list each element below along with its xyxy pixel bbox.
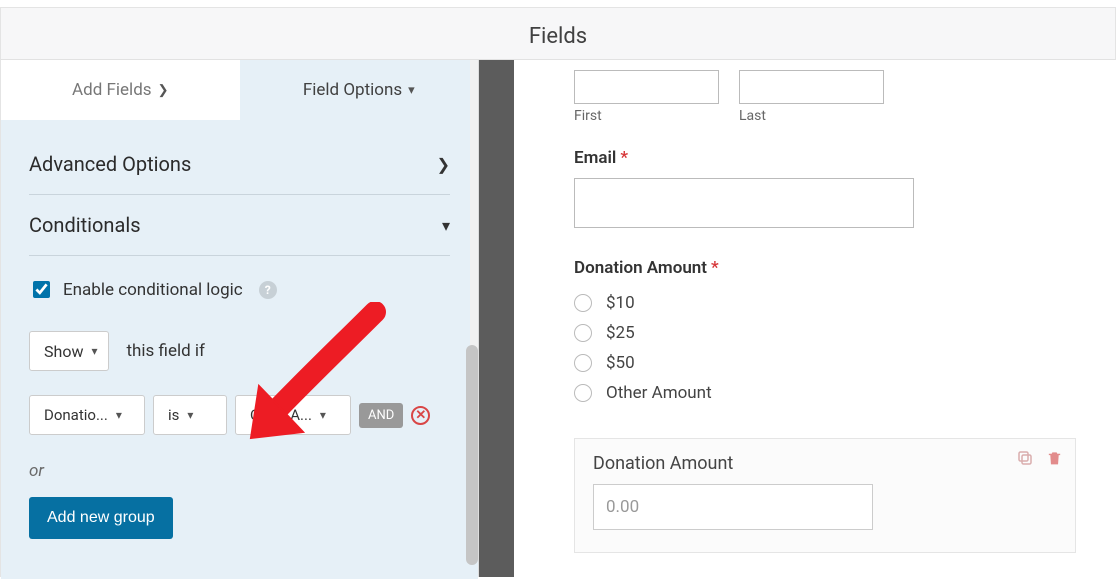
form-preview: First Last Email* Donation Amount* $10 [514, 60, 1116, 577]
required-asterisk: * [620, 148, 628, 168]
chevron-down-icon: ▾ [187, 408, 193, 422]
tab-options-label: Field Options [303, 80, 402, 100]
close-icon: ✕ [415, 409, 426, 422]
main-row: ▲ Add Fields ❯ Field Options ▾ Advanced … [0, 60, 1116, 577]
section-advanced-label: Advanced Options [29, 152, 191, 176]
tab-field-options[interactable]: Field Options ▾ [240, 60, 479, 120]
donation-option-3[interactable]: Other Amount [574, 378, 1076, 408]
gutter-dark [479, 60, 514, 577]
delete-rule-button[interactable]: ✕ [411, 406, 430, 425]
donation-option-2[interactable]: $50 [574, 348, 1076, 378]
and-button[interactable]: AND [359, 403, 403, 428]
email-label: Email* [574, 148, 1076, 168]
trash-icon[interactable] [1046, 449, 1063, 472]
preview-gutter [478, 60, 514, 577]
required-asterisk: * [711, 258, 719, 278]
email-label-text: Email [574, 148, 616, 168]
chevron-down-icon: ▾ [442, 216, 450, 235]
show-action-row: Show ▾ this field if [29, 309, 450, 371]
donation-label-text: Donation Amount [574, 258, 707, 278]
donation-label: Donation Amount* [574, 258, 1076, 278]
donation-amount-card[interactable]: Donation Amount 0.00 [574, 438, 1076, 553]
options-panel: Advanced Options ❯ Conditionals ▾ Enable… [1, 120, 478, 579]
amount-card-label: Donation Amount [593, 453, 1057, 474]
radio-icon [574, 324, 592, 342]
section-advanced-options[interactable]: Advanced Options ❯ [29, 134, 450, 195]
enable-conditional-label: Enable conditional logic [63, 280, 243, 300]
option-label: $50 [606, 353, 635, 373]
sidebar: ▲ Add Fields ❯ Field Options ▾ Advanced … [0, 60, 478, 577]
option-label: $25 [606, 323, 635, 343]
email-field: Email* [574, 148, 1076, 228]
field-tools [1016, 449, 1063, 472]
chevron-down-icon: ▾ [116, 408, 122, 422]
chevron-right-icon: ❯ [437, 155, 450, 174]
name-field: First Last [574, 70, 1076, 124]
sidebar-tabs: Add Fields ❯ Field Options ▾ [1, 60, 478, 120]
tab-add-fields[interactable]: Add Fields ❯ [1, 60, 240, 120]
first-name-input[interactable] [574, 70, 719, 104]
section-conditionals[interactable]: Conditionals ▾ [29, 195, 450, 256]
panel-scrollbar[interactable] [466, 345, 478, 565]
chevron-down-icon: ▾ [320, 408, 326, 422]
tab-add-label: Add Fields [72, 80, 152, 100]
amount-placeholder: 0.00 [606, 497, 639, 517]
rule-operator-select[interactable]: is ▾ [153, 395, 227, 435]
this-field-if-text: this field if [127, 341, 205, 361]
last-name-col: Last [739, 70, 884, 124]
top-border [0, 0, 1116, 8]
duplicate-icon[interactable] [1016, 449, 1034, 472]
page-header: Fields [0, 26, 1116, 60]
donation-amount-field: Donation Amount* $10 $25 $50 Other Amoun… [574, 258, 1076, 408]
donation-option-0[interactable]: $10 [574, 288, 1076, 318]
first-name-label: First [574, 108, 719, 124]
email-input[interactable] [574, 178, 914, 228]
rule-value-select[interactable]: Other A... ▾ [235, 395, 351, 435]
chevron-down-icon: ▾ [91, 344, 97, 358]
last-name-input[interactable] [739, 70, 884, 104]
option-label: $10 [606, 293, 635, 313]
last-name-label: Last [739, 108, 884, 124]
spacer [904, 70, 1076, 124]
rule-field-select[interactable]: Donatio... ▾ [29, 395, 145, 435]
section-conditionals-label: Conditionals [29, 213, 141, 237]
chevron-down-icon: ▾ [408, 83, 415, 98]
option-label: Other Amount [606, 383, 712, 403]
condition-rule-row: Donatio... ▾ is ▾ Other A... ▾ AND ✕ [29, 371, 450, 435]
amount-input[interactable]: 0.00 [593, 484, 873, 530]
enable-conditional-row: Enable conditional logic ? [29, 256, 450, 309]
add-new-group-button[interactable]: Add new group [29, 497, 173, 539]
show-hide-select[interactable]: Show ▾ [29, 331, 109, 371]
or-separator: or [29, 435, 450, 481]
sidebar-scroll-track[interactable] [470, 60, 478, 350]
page-title: Fields [529, 24, 587, 49]
radio-icon [574, 384, 592, 402]
help-icon[interactable]: ? [259, 281, 277, 299]
rule-field-value: Donatio... [44, 406, 108, 424]
radio-icon [574, 294, 592, 312]
rule-operator-value: is [168, 406, 179, 424]
radio-icon [574, 354, 592, 372]
show-hide-value: Show [44, 342, 83, 361]
first-name-col: First [574, 70, 719, 124]
donation-option-1[interactable]: $25 [574, 318, 1076, 348]
chevron-right-icon: ❯ [158, 83, 169, 98]
enable-conditional-checkbox[interactable] [33, 281, 50, 298]
rule-value-value: Other A... [250, 406, 312, 424]
